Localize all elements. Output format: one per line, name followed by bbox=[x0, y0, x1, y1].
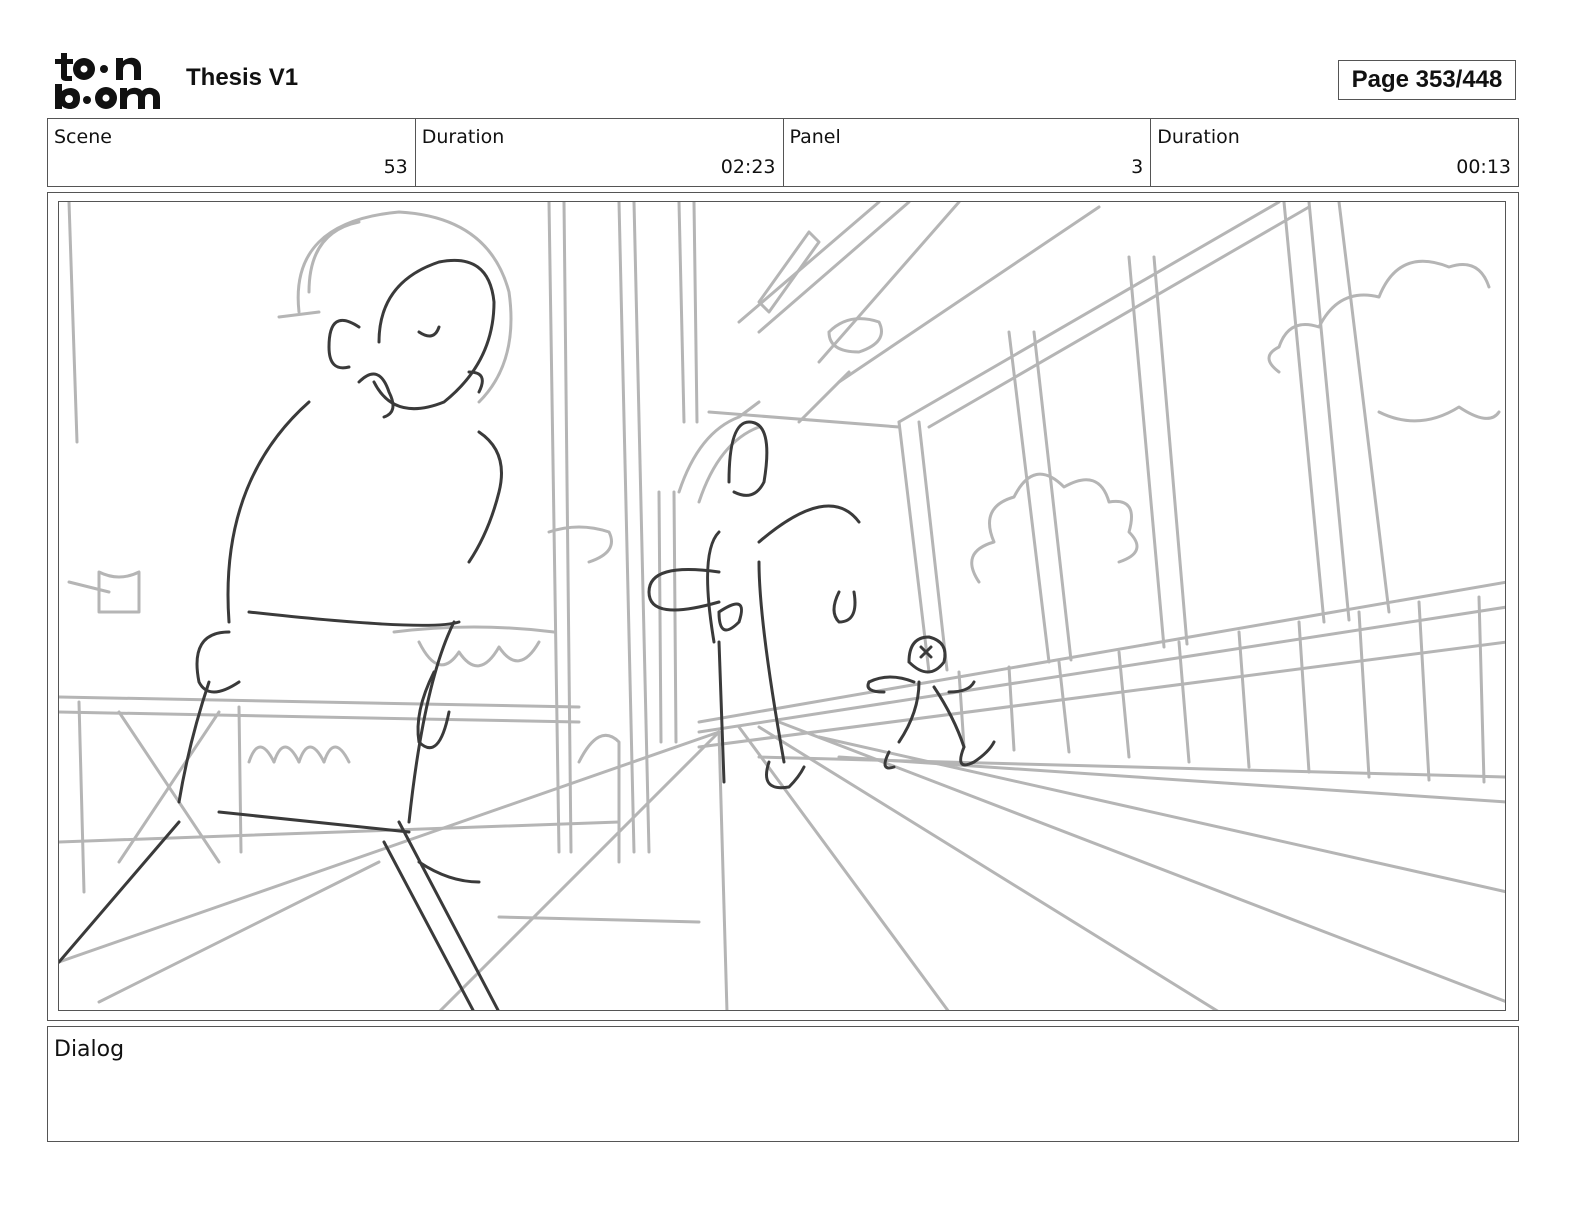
panel-label: Panel bbox=[789, 126, 841, 148]
storyboard-sketch bbox=[59, 202, 1505, 1010]
scene-cell: Scene 53 bbox=[48, 119, 416, 186]
panel-info-row: Scene 53 Duration 02:23 Panel 3 Duration… bbox=[47, 118, 1519, 187]
page-indicator: Page 353/448 bbox=[1338, 60, 1516, 100]
dialog-label: Dialog bbox=[54, 1037, 125, 1062]
panel-duration-value: 00:13 bbox=[1456, 156, 1511, 178]
panel-duration-cell: Duration 00:13 bbox=[1151, 119, 1518, 186]
dialog-box: Dialog bbox=[47, 1026, 1519, 1142]
storyboard-image bbox=[58, 201, 1506, 1011]
panel-duration-label: Duration bbox=[1157, 126, 1240, 148]
panel-cell: Panel 3 bbox=[784, 119, 1152, 186]
scene-duration-value: 02:23 bbox=[720, 156, 776, 178]
storyboard-panel-frame bbox=[47, 192, 1519, 1021]
scene-duration-cell: Duration 02:23 bbox=[416, 119, 784, 186]
scene-label: Scene bbox=[54, 126, 112, 148]
project-title: Thesis V1 bbox=[186, 64, 299, 91]
toon-boom-logo bbox=[55, 53, 160, 109]
scene-duration-label: Duration bbox=[421, 126, 505, 148]
panel-value: 3 bbox=[1131, 156, 1144, 178]
scene-value: 53 bbox=[383, 156, 408, 178]
